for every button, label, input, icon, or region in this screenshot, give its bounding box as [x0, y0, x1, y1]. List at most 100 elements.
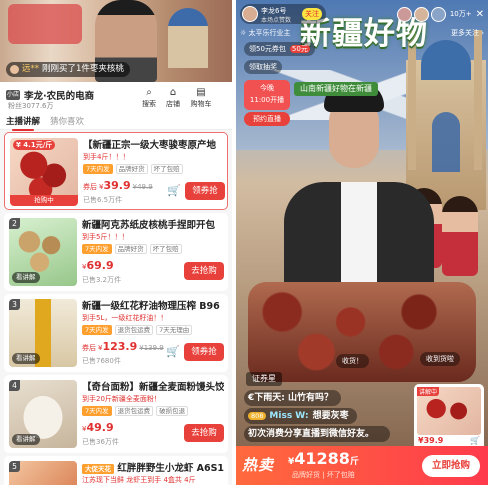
viewer-bar: 10万+ ✕ — [396, 6, 484, 22]
tag: 坏了包赔 — [150, 164, 183, 174]
product-tabs: 主播讲解 猜你喜欢 — [0, 112, 232, 131]
thumb-price: ¥ 4.1元/斤 — [13, 140, 56, 150]
user-level-badge: 808 — [248, 412, 267, 420]
featured-product-image[interactable]: 讲解中 — [417, 387, 481, 435]
product-title: 【奇台面粉】新疆全麦面粉馒头饺 — [82, 382, 224, 393]
chat-text: 想要灰枣 — [312, 411, 349, 421]
shop-name[interactable]: 李龙·农民的电商 — [24, 88, 94, 102]
floating-tag: 收货！ — [336, 354, 369, 368]
product-title: 大促天花 红胖胖野生小龙虾 A6S1 — [82, 460, 224, 474]
shop-cart-button[interactable]: ▤ 购物车 — [186, 87, 216, 109]
follow-button[interactable]: 关注 — [302, 8, 322, 20]
search-icon: ⌕ — [146, 87, 152, 98]
hot-price-value: 41288 — [294, 449, 350, 468]
tag: 退货包运费 — [114, 406, 154, 416]
price-label: 券后 — [82, 344, 96, 352]
tab-host-explain[interactable]: 主播讲解 — [6, 115, 40, 131]
claim-coupon-button[interactable]: 领券抢 — [185, 182, 225, 200]
viewer-avatar[interactable] — [430, 6, 446, 22]
host-sub: 本场点赞数 — [261, 17, 292, 24]
notice-tag: 证券星 — [246, 372, 282, 386]
location-tag[interactable]: ☼ 太平乐行业主 — [240, 28, 291, 38]
hot-sale-bar[interactable]: 热卖 ¥41288斤 品牌好货 | 坏了包赔 立即抢购 — [236, 446, 488, 485]
product-title-text: 红胖胖野生小龙虾 A6S1 — [117, 463, 224, 474]
hot-price: ¥41288斤 — [288, 449, 359, 468]
lottery-chip[interactable]: 领取抽奖 — [244, 60, 282, 74]
product-subtitle: 江苏现下当鲜 龙虾王到手 4盒共 4斤 — [82, 476, 196, 484]
coupon-chip[interactable]: 领50元券包 50元 — [244, 42, 315, 56]
product-image[interactable]: 5 — [9, 461, 77, 485]
buy-button[interactable]: 去抢购 — [184, 262, 224, 280]
thumb-status: 抢购中 — [10, 195, 78, 206]
product-tags: 7天内发 退货包运费 7天无理由 — [82, 325, 193, 335]
store-icon: ⌂ — [169, 87, 177, 98]
host-avatar[interactable] — [242, 6, 258, 22]
product-card[interactable]: 4 看讲解 【奇台面粉】新疆全麦面粉馒头饺 到手20斤新疆全麦面粉！ 7天内发 … — [4, 375, 228, 453]
buyer-name: 远** — [22, 64, 40, 74]
product-image[interactable]: 3 看讲解 — [9, 299, 77, 367]
product-subtitle: 到手5L，一级红花籽油！！ — [82, 314, 168, 322]
background-dancer — [442, 196, 478, 276]
coupon-badge: 50元 — [289, 45, 310, 53]
more-follow[interactable]: 更多关注 › — [451, 28, 484, 38]
original-price: ¥49.9 — [132, 183, 153, 191]
shop-store-button[interactable]: ⌂ 店铺 — [162, 87, 184, 109]
product-price: ¥69.9 — [82, 259, 114, 272]
product-card[interactable]: ¥ 4.1元/斤 抢购中 【新疆正宗一级大枣骏枣原产地 到手4斤！！！ 7天内发… — [4, 132, 228, 210]
product-price: 券后 ¥39.9 ¥49.9 — [83, 179, 153, 192]
product-subtitle: 到手4斤！！！ — [83, 153, 130, 161]
sold-count: 已售36万件 — [82, 438, 119, 446]
reserve-button[interactable]: 预约直播 — [244, 112, 290, 126]
tab-recommend[interactable]: 猜你喜欢 — [50, 115, 84, 127]
shop-logo: 小店 — [6, 90, 20, 100]
live-video-preview[interactable]: 远** 刚刚买了1件枣夹核桃 — [0, 0, 232, 82]
product-card[interactable]: 3 看讲解 新疆一级红花籽油物理压榨 B96 到手5L，一级红花籽油！！ 7天内… — [4, 294, 228, 372]
viewer-avatar[interactable] — [396, 6, 412, 22]
product-tags: 7天内发 品牌好货 坏了包赔 — [83, 164, 183, 174]
viewer-count[interactable]: 10万+ — [450, 9, 472, 19]
tag: 破损包退 — [156, 406, 189, 416]
schedule-chip: 今晚 11:00开播 — [244, 80, 290, 110]
cart-icon[interactable]: 🛒 — [470, 436, 480, 445]
hot-sub: 品牌好货 | 坏了包赔 — [292, 471, 355, 479]
product-tags: 7天内发 品牌好货 坏了包赔 — [82, 244, 182, 254]
shop-bar: 小店 李龙·农民的电商 粉丝3077.6万 ⌕ 搜索 ⌂ 店铺 ▤ 购物车 — [0, 82, 232, 112]
product-price: 券后 ¥123.9 ¥139.9 — [82, 340, 164, 353]
sold-count: 已售7680件 — [82, 357, 121, 365]
shop-followers: 粉丝3077.6万 — [8, 102, 54, 110]
chat-user[interactable]: Miss W: — [269, 411, 308, 421]
price-label: 券后 — [83, 183, 97, 191]
price-value: 39.9 — [103, 179, 131, 192]
original-price: ¥139.9 — [139, 344, 164, 352]
buy-button[interactable]: 去抢购 — [184, 424, 224, 442]
host-info[interactable]: 李龙6号 本场点赞数 关注 — [240, 4, 326, 24]
add-to-cart-icon[interactable]: 🛒 — [167, 184, 181, 198]
schedule-line2: 11:00开播 — [249, 96, 285, 104]
watch-explain-pill[interactable]: 看讲解 — [12, 434, 40, 445]
close-icon[interactable]: ✕ — [476, 9, 484, 20]
product-image[interactable]: ¥ 4.1元/斤 抢购中 — [10, 138, 78, 206]
add-to-cart-icon[interactable]: 🛒 — [166, 345, 180, 359]
viewer-avatar[interactable] — [413, 6, 429, 22]
product-image[interactable]: 4 看讲解 — [9, 380, 77, 448]
watch-explain-pill[interactable]: 看讲解 — [12, 272, 40, 283]
featured-product-card[interactable]: 讲解中 ¥39.9 🛒 — [414, 384, 484, 450]
coupon-text: 领50元券包 — [249, 45, 286, 53]
item-index: 4 — [9, 380, 20, 391]
shop-search-button[interactable]: ⌕ 搜索 — [138, 87, 160, 109]
product-card[interactable]: 2 看讲解 新疆阿克苏纸皮核桃手捏即开包 到手5斤！！！ 7天内发 品牌好货 坏… — [4, 213, 228, 291]
tag: 7天内发 — [83, 164, 113, 174]
purchase-notice: 远** 刚刚买了1件枣夹核桃 — [6, 62, 130, 77]
product-card[interactable]: 5 大促天花 红胖胖野生小龙虾 A6S1 江苏现下当鲜 龙虾王到手 4盒共 4斤 — [4, 456, 228, 485]
hot-label: 热卖 — [242, 456, 275, 474]
chat-comment: €下雨天: 山竹有吗？ — [244, 390, 341, 406]
live-stream-panel: 新疆好物 李龙6号 本场点赞数 关注 10万+ ✕ ☼ 太平乐行业主 更多关注 … — [236, 0, 488, 485]
buy-now-button[interactable]: 立即抢购 — [422, 455, 480, 477]
product-subtitle: 到手20斤新疆全麦面粉！ — [82, 395, 161, 403]
product-image[interactable]: 2 看讲解 — [9, 218, 77, 286]
watch-explain-pill[interactable]: 看讲解 — [12, 353, 40, 364]
stream-banner: 山南新疆好物在新疆 — [294, 82, 378, 96]
tag: 品牌好货 — [114, 244, 147, 254]
product-title: 新疆阿克苏纸皮核桃手捏即开包 — [82, 220, 216, 231]
claim-coupon-button[interactable]: 领券抢 — [184, 343, 224, 361]
